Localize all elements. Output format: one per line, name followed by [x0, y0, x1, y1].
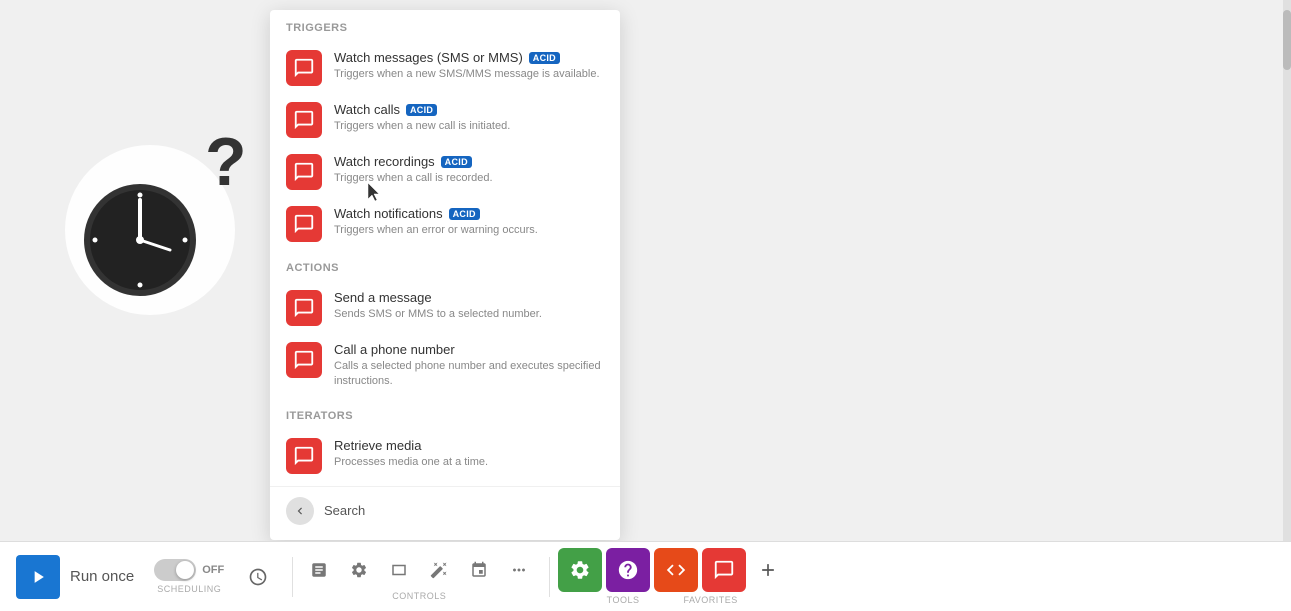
- controls-label: CONTROLS: [392, 591, 446, 601]
- canvas-area: ?: [0, 0, 1291, 540]
- list-item[interactable]: Watch notifications ACID Triggers when a…: [270, 198, 620, 250]
- scheduling-toggle[interactable]: [154, 559, 196, 581]
- item-title: Watch messages (SMS or MMS) ACID: [334, 50, 604, 65]
- svg-text:?: ?: [205, 124, 247, 200]
- item-title: Retrieve media: [334, 438, 604, 453]
- item-content: Watch calls ACID Triggers when a new cal…: [334, 102, 604, 134]
- frame-icon-button[interactable]: [381, 552, 417, 588]
- search-back-icon: [286, 497, 314, 525]
- list-item[interactable]: Watch calls ACID Triggers when a new cal…: [270, 94, 620, 146]
- item-content: Watch recordings ACID Triggers when a ca…: [334, 154, 604, 186]
- trigger-icon: [286, 50, 322, 86]
- notes-icon-button[interactable]: [301, 552, 337, 588]
- add-tool-button[interactable]: [750, 552, 786, 588]
- tools-label: TOOLS: [607, 595, 640, 605]
- tools-orange-button[interactable]: [654, 548, 698, 592]
- favorites-label: FAVORITES: [683, 595, 737, 605]
- tools-group: TOOLS FAVORITES: [558, 548, 786, 605]
- scheduling-label: SCHEDULING: [157, 584, 221, 594]
- item-content: Send a message Sends SMS or MMS to a sel…: [334, 290, 604, 322]
- tools-purple-button[interactable]: [606, 548, 650, 592]
- gear-icon-button[interactable]: [341, 552, 377, 588]
- trigger-icon: [286, 206, 322, 242]
- trigger-icon: [286, 154, 322, 190]
- tools-red-button[interactable]: [702, 548, 746, 592]
- scrollbar[interactable]: [1283, 0, 1291, 611]
- tools-icons: [558, 548, 786, 592]
- item-content: Call a phone number Calls a selected pho…: [334, 342, 604, 390]
- wand-icon-button[interactable]: [421, 552, 457, 588]
- illustration: ?: [50, 100, 270, 320]
- item-desc: Sends SMS or MMS to a selected number.: [334, 307, 604, 322]
- list-item[interactable]: Call a phone number Calls a selected pho…: [270, 334, 620, 398]
- toggle-state-label: OFF: [202, 564, 224, 576]
- list-item[interactable]: Retrieve media Processes media one at a …: [270, 430, 620, 482]
- item-title: Watch calls ACID: [334, 102, 604, 117]
- iterator-icon: [286, 438, 322, 474]
- action-icon: [286, 342, 322, 378]
- toolbar: Run once OFF SCHEDULING .: [0, 541, 1291, 611]
- scrollbar-thumb[interactable]: [1283, 10, 1291, 70]
- flow-icon-button[interactable]: [461, 552, 497, 588]
- item-desc: Triggers when an error or warning occurs…: [334, 223, 604, 238]
- item-desc: Triggers when a call is recorded.: [334, 171, 604, 186]
- item-title: Watch recordings ACID: [334, 154, 604, 169]
- list-item[interactable]: Watch recordings ACID Triggers when a ca…: [270, 146, 620, 198]
- actions-label: ACTIONS: [270, 250, 620, 282]
- item-content: Watch notifications ACID Triggers when a…: [334, 206, 604, 238]
- search-row[interactable]: Search: [270, 486, 620, 535]
- triggers-label: TRIGGERS: [270, 10, 620, 42]
- item-desc: Triggers when a new call is initiated.: [334, 119, 604, 134]
- clock-icon-button[interactable]: [240, 559, 276, 595]
- search-label: Search: [324, 503, 365, 518]
- more-icon-button[interactable]: [501, 552, 537, 588]
- list-item[interactable]: Send a message Sends SMS or MMS to a sel…: [270, 282, 620, 334]
- item-title: Watch notifications ACID: [334, 206, 604, 221]
- controls-icons: [301, 552, 537, 588]
- action-icon: [286, 290, 322, 326]
- trigger-icon: [286, 102, 322, 138]
- item-title: Call a phone number: [334, 342, 604, 357]
- run-once-button[interactable]: [16, 555, 60, 599]
- divider2: [549, 557, 550, 597]
- item-desc: Processes media one at a time.: [334, 455, 604, 470]
- item-desc: Calls a selected phone number and execut…: [334, 359, 604, 390]
- divider: [292, 557, 293, 597]
- popup-panel: TRIGGERS Watch messages (SMS or MMS) ACI…: [270, 10, 620, 540]
- run-once-label: Run once: [70, 568, 134, 585]
- tools-green-button[interactable]: [558, 548, 602, 592]
- item-title: Send a message: [334, 290, 604, 305]
- item-desc: Triggers when a new SMS/MMS message is a…: [334, 67, 604, 82]
- toggle-knob: [176, 561, 194, 579]
- item-content: Retrieve media Processes media one at a …: [334, 438, 604, 470]
- list-item[interactable]: Watch messages (SMS or MMS) ACID Trigger…: [270, 42, 620, 94]
- run-section: Run once: [16, 555, 134, 599]
- item-content: Watch messages (SMS or MMS) ACID Trigger…: [334, 50, 604, 82]
- iterators-label: ITERATORS: [270, 398, 620, 430]
